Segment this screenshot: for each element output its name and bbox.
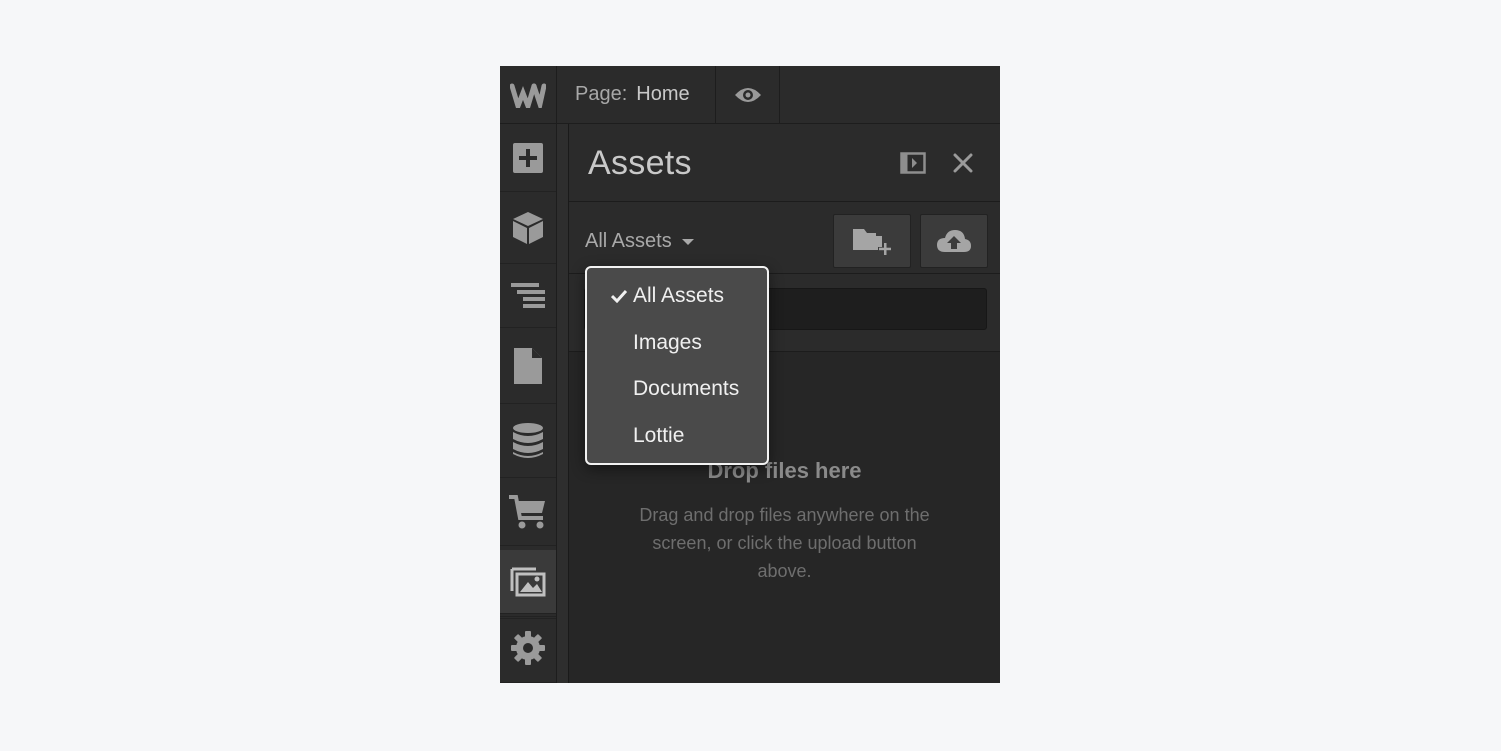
panel-title: Assets — [588, 144, 692, 182]
gear-icon — [511, 631, 545, 665]
page-label: Page: — [575, 83, 628, 105]
layers-icon — [511, 282, 545, 308]
database-icon — [513, 422, 543, 458]
empty-state-description: Drag and drop files anywhere on the scre… — [639, 505, 930, 581]
cube-icon — [513, 211, 543, 244]
sidebar-item-settings[interactable] — [500, 614, 556, 683]
dock-panel-button[interactable] — [899, 150, 927, 176]
new-folder-button[interactable] — [833, 214, 911, 268]
sidebar-item-components[interactable] — [500, 192, 556, 264]
close-panel-button[interactable] — [949, 150, 977, 176]
asset-filter-dropdown[interactable]: All Assets — [585, 230, 694, 253]
checkmark-icon — [587, 289, 633, 303]
sidebar-item-ecommerce[interactable] — [500, 478, 556, 546]
menu-item-images[interactable]: Images — [587, 323, 767, 363]
menu-item-documents[interactable]: Documents — [587, 369, 767, 409]
cloud-upload-icon — [937, 230, 971, 252]
assets-toolbar: All Assets — [569, 202, 1000, 274]
asset-filter-menu: All Assets Images Documents Lottie — [585, 266, 769, 465]
images-icon — [510, 567, 546, 596]
chevron-down-icon — [681, 238, 694, 245]
dock-panel-icon — [900, 152, 926, 174]
sidebar-item-add[interactable] — [500, 124, 556, 192]
menu-item-lottie[interactable]: Lottie — [587, 416, 767, 456]
plus-square-icon — [513, 142, 543, 173]
menu-item-label: Lottie — [633, 424, 685, 447]
cart-icon — [509, 494, 545, 528]
webflow-logo-icon — [510, 83, 546, 108]
menu-item-label: Documents — [633, 377, 740, 400]
asset-filter-label: All Assets — [585, 230, 672, 252]
folder-add-icon — [853, 229, 892, 256]
sidebar-item-assets[interactable] — [500, 550, 556, 614]
page-name: Home — [636, 83, 690, 105]
top-bar: Page: Home — [500, 66, 1000, 124]
close-icon — [953, 153, 973, 173]
page-icon — [514, 347, 542, 384]
panel-header: Assets — [569, 124, 1000, 202]
left-sidebar — [500, 124, 557, 683]
page-selector[interactable]: Page: Home — [557, 66, 716, 123]
preview-button[interactable] — [716, 66, 780, 123]
webflow-logo-button[interactable] — [500, 66, 557, 123]
menu-item-label: All Assets — [633, 284, 725, 307]
eye-icon — [734, 87, 761, 102]
sidebar-item-cms[interactable] — [500, 404, 556, 478]
upload-button[interactable] — [920, 214, 988, 268]
sidebar-item-navigator[interactable] — [500, 264, 556, 328]
menu-item-label: Images — [633, 331, 702, 354]
sidebar-item-pages[interactable] — [500, 328, 556, 404]
panel-gutter — [557, 124, 569, 683]
menu-item-all-assets[interactable]: All Assets — [587, 276, 767, 316]
